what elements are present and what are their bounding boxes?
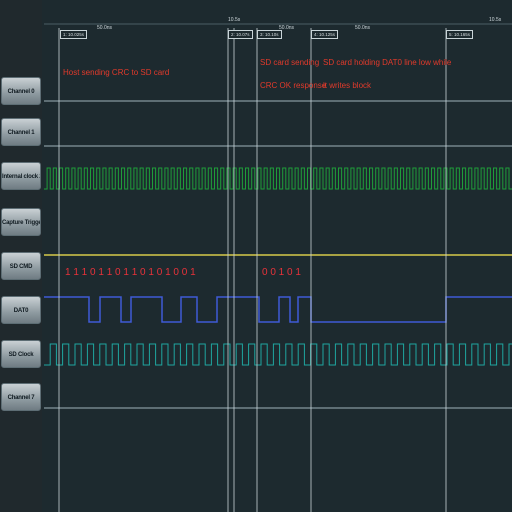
- channel-baselines: [44, 100, 512, 409]
- marker-4-label[interactable]: 4: 10.125s: [311, 30, 339, 39]
- internal-clock-trace: [44, 167, 512, 190]
- marker-2-label[interactable]: 2: 10.07s: [228, 30, 253, 39]
- sd-crc-bits: 0 0 1 0 1: [262, 267, 301, 278]
- marker-5-label[interactable]: 5: 10.165s: [446, 30, 474, 39]
- marker-1-label[interactable]: 1: 10.025s: [60, 30, 88, 39]
- annotation-host-crc: Host sending CRC to SD card: [63, 68, 170, 77]
- annotation-sd-crc-line2: CRC OK response: [260, 81, 327, 90]
- annotation-sd-hold-line2: it writes block: [323, 81, 372, 90]
- annotation-sd-hold-line1: SD card holding DAT0 line low while: [323, 58, 452, 67]
- ruler-tick-label: 10.5s: [228, 17, 241, 23]
- ruler-tick-label: 50.0ns: [355, 25, 371, 31]
- host-crc-bits: 1 1 1 0 1 1 0 1 1 0 1 0 1 0 0 1: [65, 267, 196, 278]
- marker-3-label[interactable]: 3: 10.10s: [257, 30, 282, 39]
- ruler-tick-label: 10.5s: [489, 17, 502, 23]
- logic-analyzer-window: Channel 0 Channel 1 Internal clock 2x Ca…: [0, 0, 512, 512]
- annotation-sd-crc-line1: SD card sending: [260, 58, 320, 67]
- dat0-trace: [44, 296, 512, 323]
- ruler-tick-label: 50.0ns: [97, 25, 113, 31]
- sd-clock-trace: [44, 343, 512, 366]
